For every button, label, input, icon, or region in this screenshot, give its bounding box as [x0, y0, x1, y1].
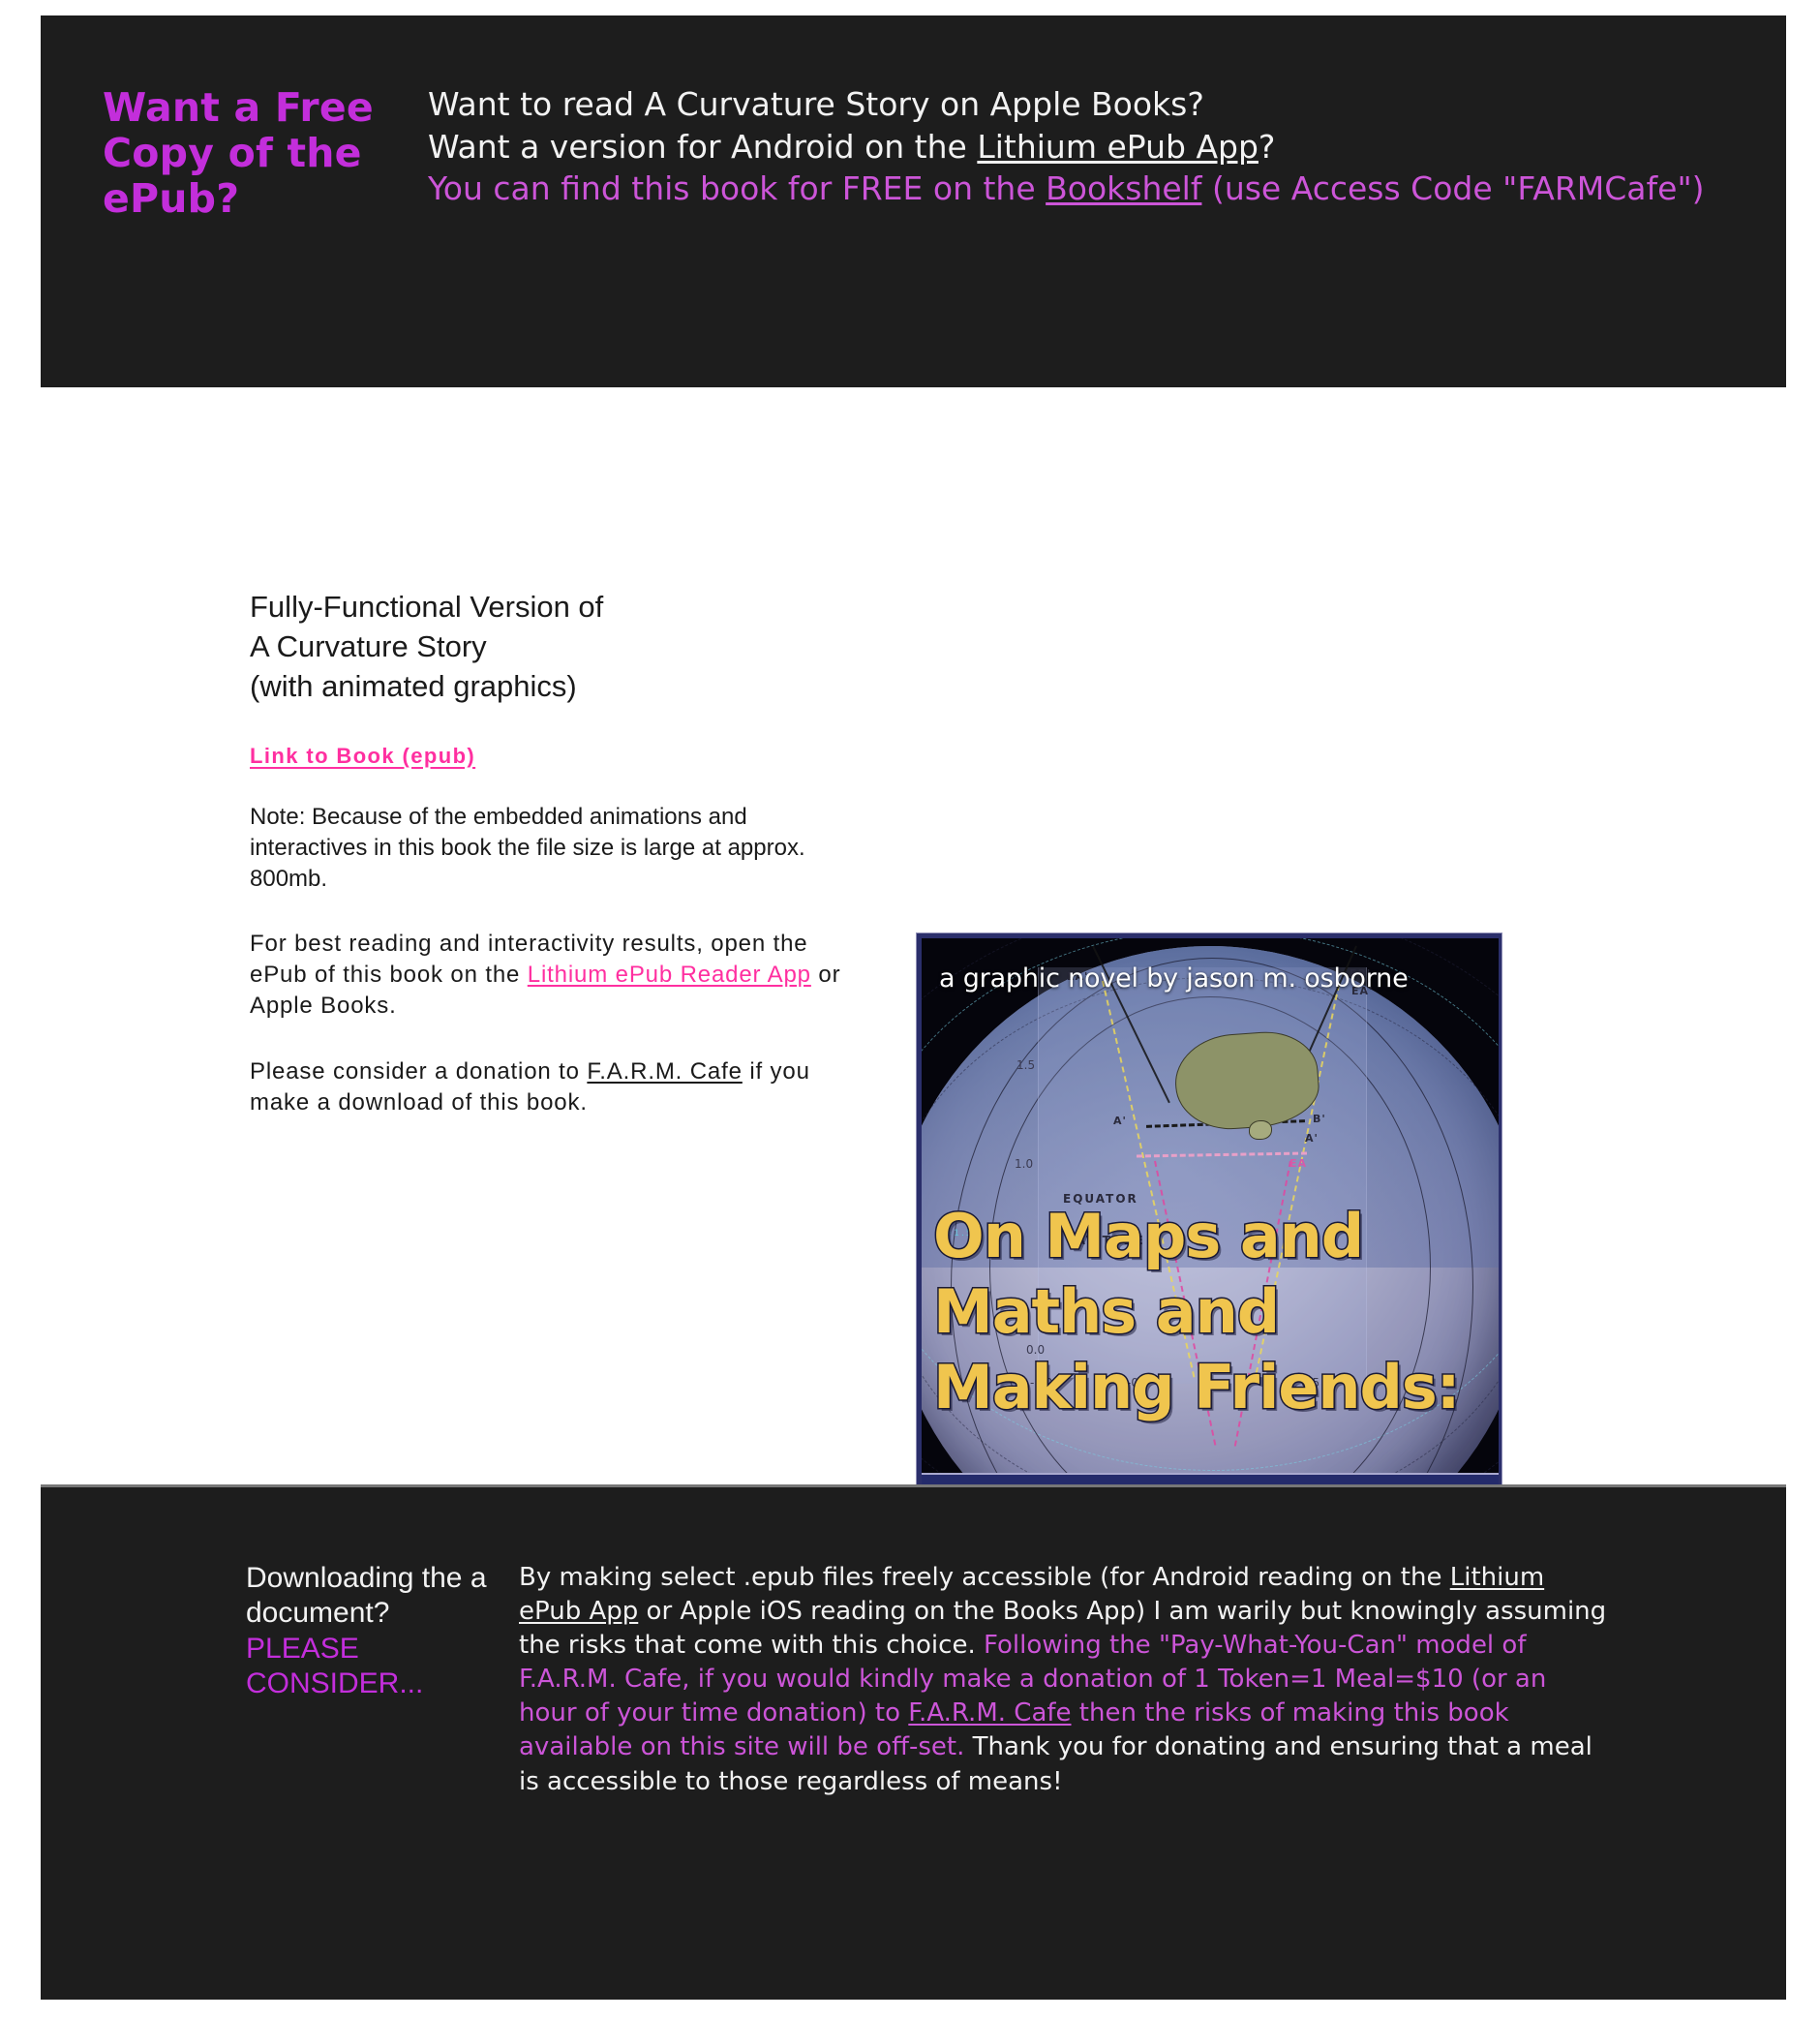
tasmania-landmass [1249, 1120, 1272, 1140]
donation-prefix: Please consider a donation to [250, 1058, 588, 1085]
download-section: Fully-Functional Version of A Curvature … [0, 387, 1820, 1717]
free-copy-panel: Want a Free Copy of the ePub? Want to re… [41, 15, 1786, 387]
label-a-right: A' [1305, 1132, 1319, 1145]
please-consider-label: PLEASE CONSIDER... [246, 1632, 424, 1699]
tick-1-5: 1.5 [1016, 1058, 1036, 1072]
lithium-epub-reader-app-link[interactable]: Lithium ePub Reader App [528, 962, 811, 988]
file-size-note: Note: Because of the embedded animations… [250, 803, 805, 892]
cover-title-line3: Making Friends: [932, 1352, 1463, 1422]
label-b-right: B' [1313, 1113, 1326, 1125]
bookshelf-note-suffix: (use Access Code "FARMCafe") [1201, 169, 1705, 208]
version-title: Fully-Functional Version of A Curvature … [250, 588, 850, 707]
farm-cafe-link[interactable]: F.A.R.M. Cafe [587, 1058, 742, 1085]
downloading-question: Downloading the a document? [246, 1562, 487, 1630]
label-a-left: A' [1113, 1115, 1127, 1127]
version-title-line3: (with animated graphics) [250, 668, 577, 703]
donation-note: Please consider a donation to F.A.R.M. C… [250, 1056, 850, 1118]
version-title-line1: Fully-Functional Version of [250, 590, 604, 624]
bookshelf-note: You can find this book for FREE on the B… [428, 168, 1718, 210]
lithium-epub-app-link[interactable]: Lithium ePub App [977, 128, 1259, 166]
android-question-prefix: Want a version for Android on the [428, 127, 978, 166]
download-details: Fully-Functional Version of A Curvature … [250, 588, 850, 1153]
version-title-line2: A Curvature Story [250, 628, 487, 663]
free-copy-grid: Want a Free Copy of the ePub? Want to re… [41, 15, 1786, 222]
tick-1-0: 1.0 [1015, 1157, 1034, 1171]
bookshelf-note-prefix: You can find this book for FREE on the [428, 169, 1046, 208]
accessibility-statement-part1: By making select .epub files freely acce… [519, 1563, 1450, 1592]
cover-author-credit: a graphic novel by jason m. osborne [939, 963, 1409, 994]
apple-books-question: Want to read A Curvature Story on Apple … [428, 85, 1204, 123]
please-consider-panel: Downloading the a document? PLEASE CONSI… [41, 1484, 1786, 2000]
please-consider-grid: Downloading the a document? PLEASE CONSI… [41, 1487, 1786, 1799]
cover-title-line1: On Maps and [932, 1201, 1366, 1271]
label-ea-lower: EA [1289, 1157, 1308, 1170]
best-reading-note: For best reading and interactivity resul… [250, 929, 850, 1022]
bookshelf-link[interactable]: Bookshelf [1046, 169, 1201, 207]
free-copy-body: Want to read A Curvature Story on Apple … [403, 83, 1786, 222]
android-question: Want a version for Android on the Lithiu… [428, 126, 1718, 168]
please-consider-body: By making select .epub files freely acce… [496, 1561, 1786, 1799]
free-copy-heading: Want a Free Copy of the ePub? [103, 84, 374, 223]
link-to-book-epub[interactable]: Link to Book (epub) [250, 744, 475, 769]
android-question-suffix: ? [1258, 127, 1276, 166]
farm-cafe-link-bottom[interactable]: F.A.R.M. Cafe [908, 1698, 1071, 1728]
please-consider-heading: Downloading the a document? PLEASE CONSI… [246, 1561, 496, 1799]
page-root: Want a Free Copy of the ePub? Want to re… [0, 0, 1820, 2018]
cover-title-line2: Maths and [932, 1276, 1282, 1347]
